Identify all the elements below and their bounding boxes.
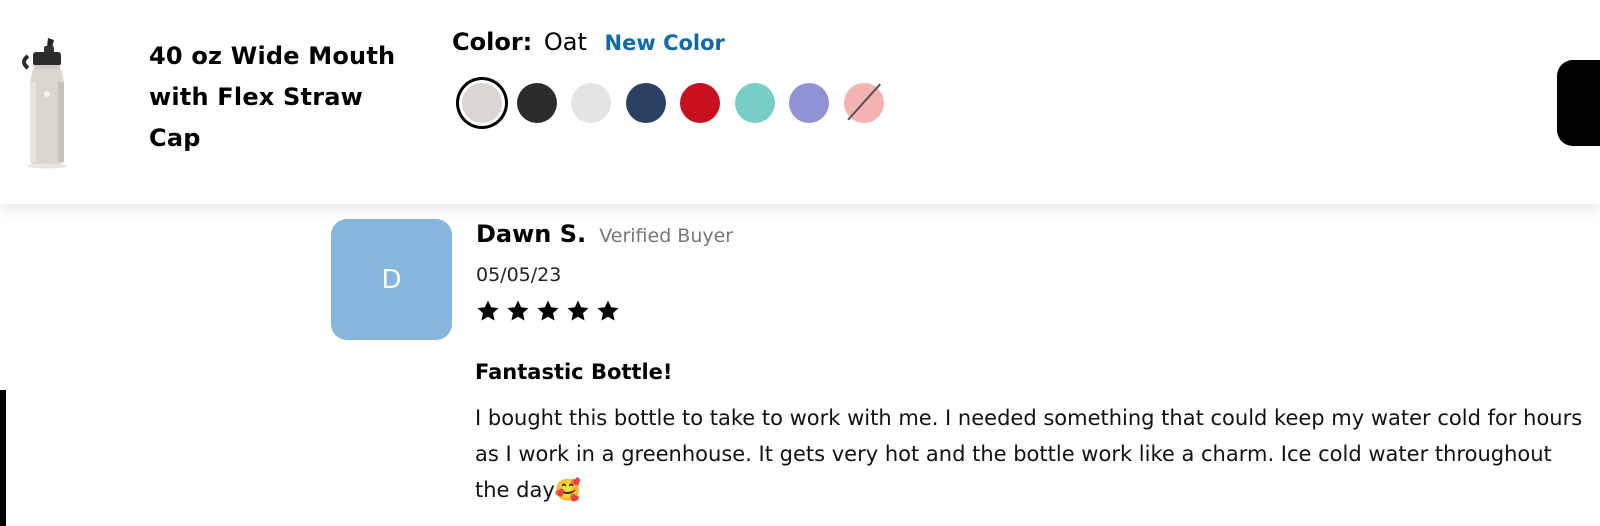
star-icon bbox=[477, 300, 499, 321]
color-swatch-white[interactable] bbox=[571, 83, 611, 123]
new-color-badge: New Color bbox=[604, 31, 725, 55]
left-edge-tab[interactable] bbox=[0, 390, 6, 526]
avatar-initial: D bbox=[381, 264, 402, 295]
unavailable-strike-icon bbox=[846, 83, 881, 121]
star-icon bbox=[597, 300, 619, 321]
color-swatch-black[interactable] bbox=[516, 83, 557, 123]
selected-color-name: Oat bbox=[543, 28, 587, 56]
review-title: Fantastic Bottle! bbox=[475, 360, 673, 384]
star-icon bbox=[567, 300, 589, 321]
product-title: 40 oz Wide Mouth with Flex Straw Cap bbox=[149, 42, 396, 152]
color-label: Color: bbox=[452, 28, 533, 56]
reviewer-avatar: D bbox=[331, 219, 452, 340]
star-rating bbox=[476, 299, 620, 323]
sticky-product-bar: 40 oz Wide Mouth with Flex Straw Cap Col… bbox=[0, 0, 1600, 204]
add-to-cart-button[interactable] bbox=[1557, 60, 1600, 146]
verified-buyer-badge: Verified Buyer bbox=[599, 225, 734, 247]
reviewer-name: Dawn S. bbox=[476, 220, 587, 248]
color-swatch-pink[interactable] bbox=[843, 83, 884, 123]
color-swatch-indigo[interactable] bbox=[625, 83, 666, 123]
review-body: I bought this bottle to take to work wit… bbox=[475, 406, 1583, 502]
color-swatch-red[interactable] bbox=[680, 83, 720, 123]
review-date: 05/05/23 bbox=[476, 264, 562, 286]
product-thumbnail-image bbox=[22, 38, 67, 169]
reviewer-info: Dawn S. Verified Buyer bbox=[476, 220, 733, 248]
star-icon bbox=[507, 300, 529, 321]
color-swatch-oat[interactable] bbox=[462, 83, 502, 123]
star-icon bbox=[537, 300, 559, 321]
color-selector-label: Color: Oat New Color bbox=[452, 28, 725, 56]
color-swatch-seafoam[interactable] bbox=[734, 83, 775, 123]
color-swatch-lupine[interactable] bbox=[789, 83, 829, 123]
